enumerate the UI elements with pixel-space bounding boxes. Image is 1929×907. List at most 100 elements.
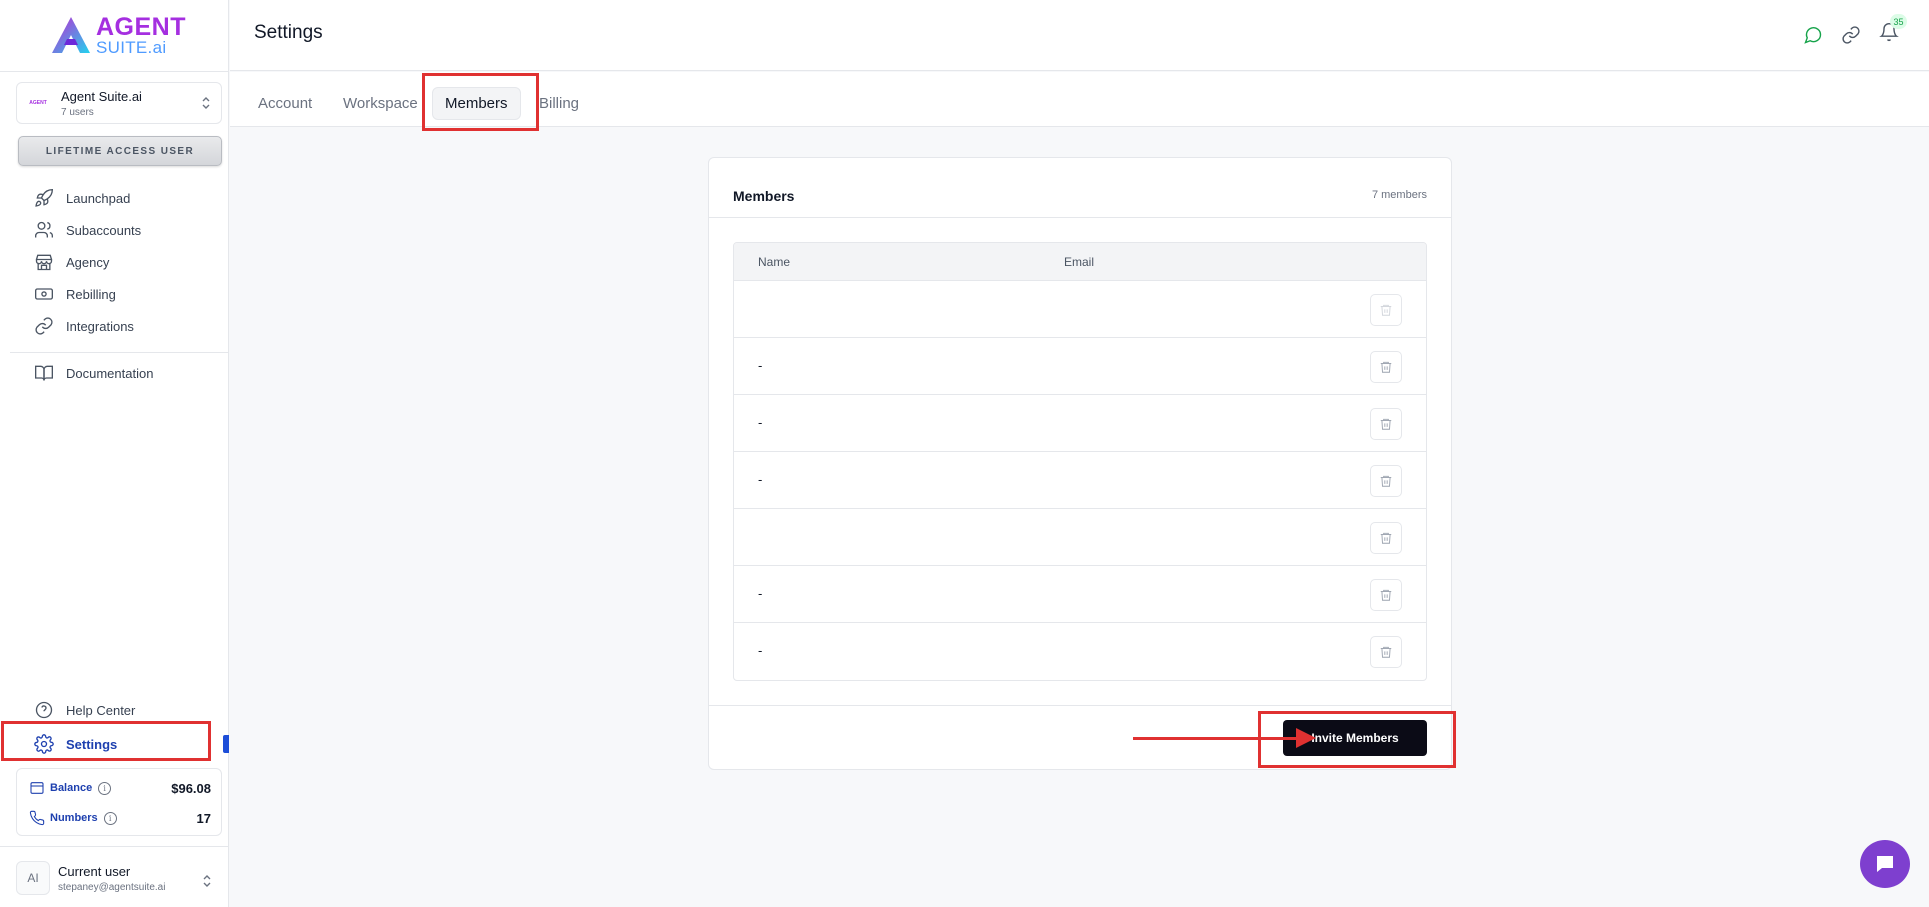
lifetime-access-badge: LIFETIME ACCESS USER [18, 136, 222, 166]
delete-member-button[interactable] [1370, 294, 1402, 326]
account-user-count: 7 users [61, 106, 94, 118]
divider [10, 352, 229, 353]
tab-members[interactable]: Members [432, 87, 521, 120]
table-row: - [734, 338, 1426, 395]
trash-icon [1380, 532, 1392, 544]
delete-member-button[interactable] [1370, 522, 1402, 554]
account-switcher[interactable]: AGENT Agent Suite.ai 7 users [16, 82, 222, 124]
book-open-icon [35, 365, 53, 381]
table-row: - [734, 452, 1426, 509]
avatar: AI [16, 861, 50, 895]
link-icon[interactable] [1841, 25, 1861, 45]
user-name: Current user [58, 863, 131, 879]
member-name: - [758, 415, 763, 430]
support-chat-button[interactable] [1860, 840, 1910, 888]
sidebar: AGENT SUITE.ai AGENT Agent Suite.ai 7 us… [0, 0, 229, 907]
divider [709, 705, 1451, 706]
sidebar-item-label: Rebilling [66, 286, 116, 302]
tab-account[interactable]: Account [258, 87, 312, 120]
rocket-icon [35, 188, 54, 207]
chevron-up-down-icon [203, 875, 211, 887]
user-email: stepaney@agentsuite.ai [58, 881, 166, 893]
sidebar-item-help-center[interactable]: Help Center [34, 699, 135, 721]
link-icon [35, 317, 53, 335]
sidebar-item-label: Subaccounts [66, 222, 142, 238]
table-row: - [734, 566, 1426, 623]
sidebar-item-rebilling[interactable]: Rebilling [34, 283, 116, 305]
info-icon[interactable]: i [103, 811, 117, 825]
numbers-value: 17 [196, 810, 211, 826]
logo-mark-icon [52, 17, 90, 53]
sidebar-item-documentation[interactable]: Documentation [34, 362, 153, 384]
logo-line-1: AGENT [96, 12, 186, 41]
table-row: - [734, 623, 1426, 680]
divider [0, 846, 229, 847]
members-table: Name Email - - - - - [733, 242, 1427, 681]
annotation-arrow-shaft [1133, 737, 1308, 740]
chat-icon[interactable] [1803, 25, 1823, 45]
info-icon[interactable]: i [98, 781, 112, 795]
account-logo: AGENT [29, 100, 47, 106]
help-circle-icon [35, 701, 53, 719]
agent-suite-logo[interactable]: AGENT SUITE.ai [50, 14, 200, 56]
card-title: Members [733, 188, 795, 204]
tab-billing[interactable]: Billing [539, 87, 579, 120]
wallet-icon [30, 782, 44, 794]
column-header-email: Email [1064, 255, 1095, 269]
settings-tabs: Account Workspace Members Billing [230, 72, 1929, 127]
sidebar-item-label: Agency [66, 254, 110, 270]
trash-icon [1380, 304, 1392, 316]
delete-member-button[interactable] [1370, 465, 1402, 497]
table-row [734, 509, 1426, 566]
sidebar-item-integrations[interactable]: Integrations [34, 315, 134, 337]
notifications-button[interactable]: 35 [1879, 14, 1907, 47]
trash-icon [1380, 418, 1392, 430]
gear-icon [34, 734, 54, 754]
sidebar-item-subaccounts[interactable]: Subaccounts [34, 219, 141, 241]
sidebar-item-launchpad[interactable]: Launchpad [34, 187, 130, 209]
sidebar-item-label: Help Center [66, 702, 136, 718]
divider [709, 217, 1451, 218]
logo-line-2: SUITE.ai [96, 37, 167, 57]
tab-workspace[interactable]: Workspace [343, 87, 418, 120]
table-row [734, 281, 1426, 338]
table-row: - [734, 395, 1426, 452]
sidebar-item-label: Documentation [66, 365, 154, 381]
chevron-up-down-icon [202, 97, 210, 109]
sidebar-item-label: Launchpad [66, 190, 131, 206]
delete-member-button[interactable] [1370, 408, 1402, 440]
balance-row[interactable]: Balance i $96.08 [29, 778, 211, 798]
balance-panel: Balance i $96.08 Numbers i 17 [16, 768, 222, 836]
sidebar-item-agency[interactable]: Agency [34, 251, 109, 273]
delete-member-button[interactable] [1370, 351, 1402, 383]
member-name: - [758, 586, 763, 601]
member-name: - [758, 358, 763, 373]
annotation-arrow-head [1296, 728, 1316, 748]
sidebar-item-label: Integrations [66, 318, 134, 334]
page-title: Settings [254, 22, 323, 43]
divider [0, 71, 229, 72]
sidebar-item-settings[interactable]: Settings [34, 733, 117, 755]
balance-value: $96.08 [171, 780, 211, 796]
active-nav-indicator [223, 735, 229, 753]
trash-icon [1380, 475, 1392, 487]
users-icon [35, 221, 54, 238]
chat-bubble-icon [1877, 856, 1893, 872]
column-header-name: Name [758, 255, 791, 269]
numbers-row[interactable]: Numbers i 17 [29, 808, 211, 828]
delete-member-button[interactable] [1370, 636, 1402, 668]
members-card: Members 7 members Name Email - - - - - I… [708, 157, 1452, 770]
top-bar: Settings 35 [230, 0, 1929, 71]
balance-label: Balance [50, 782, 93, 794]
table-header: Name Email [734, 243, 1426, 281]
delete-member-button[interactable] [1370, 579, 1402, 611]
numbers-label: Numbers [50, 812, 98, 824]
account-name: Agent Suite.ai [61, 88, 142, 104]
member-name: - [758, 472, 763, 487]
notification-count-badge: 35 [1890, 14, 1907, 29]
current-user-menu[interactable]: AI Current user stepaney@agentsuite.ai [16, 861, 222, 895]
store-icon [35, 254, 53, 271]
phone-icon [29, 810, 45, 826]
member-name: - [758, 643, 763, 658]
trash-icon [1380, 589, 1392, 601]
